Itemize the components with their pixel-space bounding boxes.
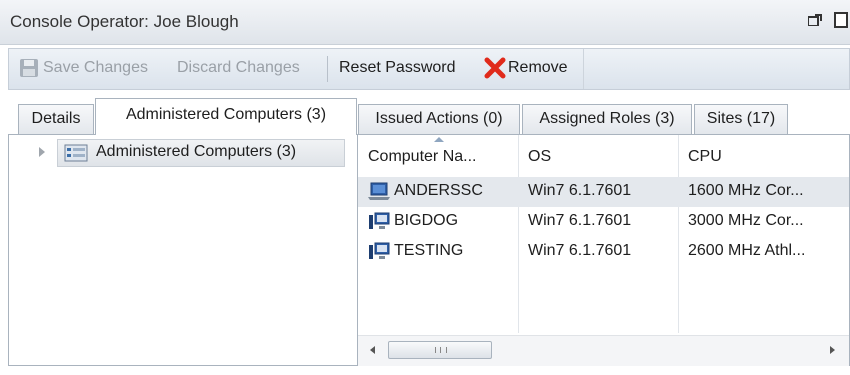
toolbar-separator <box>327 56 328 82</box>
horizontal-scrollbar[interactable] <box>358 335 849 366</box>
remove-button[interactable]: Remove <box>508 59 568 77</box>
desktop-computer-icon <box>369 242 390 259</box>
os-cell: Win7 6.1.7601 <box>528 242 632 259</box>
toolbar-end <box>583 49 584 89</box>
table-row[interactable]: BIGDOG Win7 6.1.7601 3000 MHz Cor... <box>358 207 849 237</box>
tree-expander[interactable] <box>39 147 45 157</box>
computer-name-cell: ANDERSSC <box>394 182 483 199</box>
tab-content: Administered Computers (3) Computer Na..… <box>8 134 850 366</box>
computer-name-cell: BIGDOG <box>394 212 459 229</box>
tab-sites[interactable]: Sites (17) <box>694 104 788 134</box>
table-row[interactable]: ANDERSSC Win7 6.1.7601 1600 MHz Cor... <box>358 177 849 207</box>
window-title: Console Operator: Joe Blough <box>10 12 239 31</box>
os-cell: Win7 6.1.7601 <box>528 212 632 229</box>
grip-icon <box>435 347 447 353</box>
window-icon[interactable] <box>834 12 848 28</box>
reset-password-button[interactable]: Reset Password <box>339 59 456 77</box>
os-cell: Win7 6.1.7601 <box>528 182 632 199</box>
cpu-cell: 1600 MHz Cor... <box>688 182 804 199</box>
floppy-disk-icon <box>20 59 38 77</box>
tab-strip: Details Administered Computers (3) Issue… <box>8 96 850 135</box>
cpu-cell: 2600 MHz Athl... <box>688 242 806 259</box>
desktop-computer-icon <box>369 212 390 229</box>
toolbar: Save Changes Discard Changes Reset Passw… <box>8 48 850 90</box>
column-header-cpu[interactable]: CPU <box>678 135 848 177</box>
tree-node-label: Administered Computers (3) <box>96 143 297 160</box>
computer-name-cell: TESTING <box>394 242 464 259</box>
grid-header: Computer Na... OS CPU <box>358 135 849 178</box>
column-header-computer-name[interactable]: Computer Na... <box>358 135 518 177</box>
tree-panel: Administered Computers (3) <box>9 135 357 365</box>
tree-node-administered-computers[interactable]: Administered Computers (3) <box>57 139 345 167</box>
tab-issued-actions[interactable]: Issued Actions (0) <box>358 104 520 134</box>
table-row[interactable]: TESTING Win7 6.1.7601 2600 MHz Athl... <box>358 237 849 267</box>
laptop-icon <box>368 182 390 200</box>
computers-grid: Computer Na... OS CPU ANDERSSC Win7 6.1.… <box>357 135 849 366</box>
computer-list-icon <box>64 144 88 162</box>
save-changes-button[interactable]: Save Changes <box>43 59 148 77</box>
discard-changes-button[interactable]: Discard Changes <box>177 59 300 77</box>
title-bar: Console Operator: Joe Blough <box>0 0 850 45</box>
tab-assigned-roles[interactable]: Assigned Roles (3) <box>522 104 692 134</box>
scrollbar-thumb[interactable] <box>388 341 492 359</box>
red-x-icon <box>484 57 506 79</box>
scroll-left-arrow-icon[interactable] <box>370 346 375 354</box>
tab-details[interactable]: Details <box>18 104 94 134</box>
column-header-os[interactable]: OS <box>518 135 678 177</box>
cpu-cell: 3000 MHz Cor... <box>688 212 804 229</box>
undock-icon[interactable] <box>808 14 822 26</box>
tab-administered-computers[interactable]: Administered Computers (3) <box>95 98 357 135</box>
scroll-right-arrow-icon[interactable] <box>830 346 835 354</box>
